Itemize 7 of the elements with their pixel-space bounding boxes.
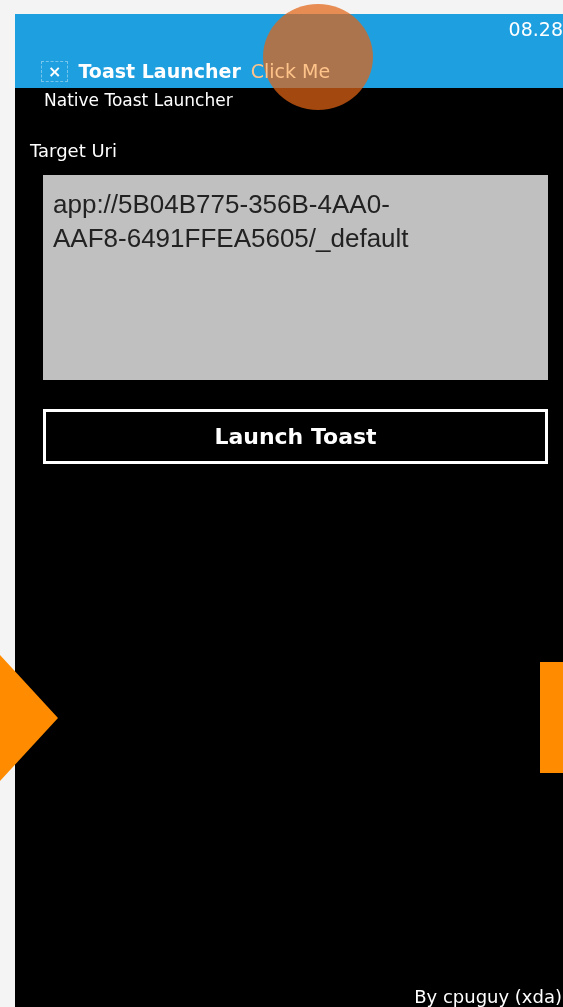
launch-toast-button[interactable]: Launch Toast <box>43 409 548 464</box>
footer-credit: By cpuguy (xda) <box>414 986 562 1007</box>
uri-field[interactable]: app://5B04B775-356B-4AA0-AAF8-6491FFEA5605/_default <box>43 175 548 380</box>
status-time: 08.28 <box>508 18 563 40</box>
field-label: Target Uri <box>30 140 118 161</box>
toast-title: Toast Launcher <box>78 60 241 82</box>
app-title: Native Toast Launcher <box>44 90 234 110</box>
